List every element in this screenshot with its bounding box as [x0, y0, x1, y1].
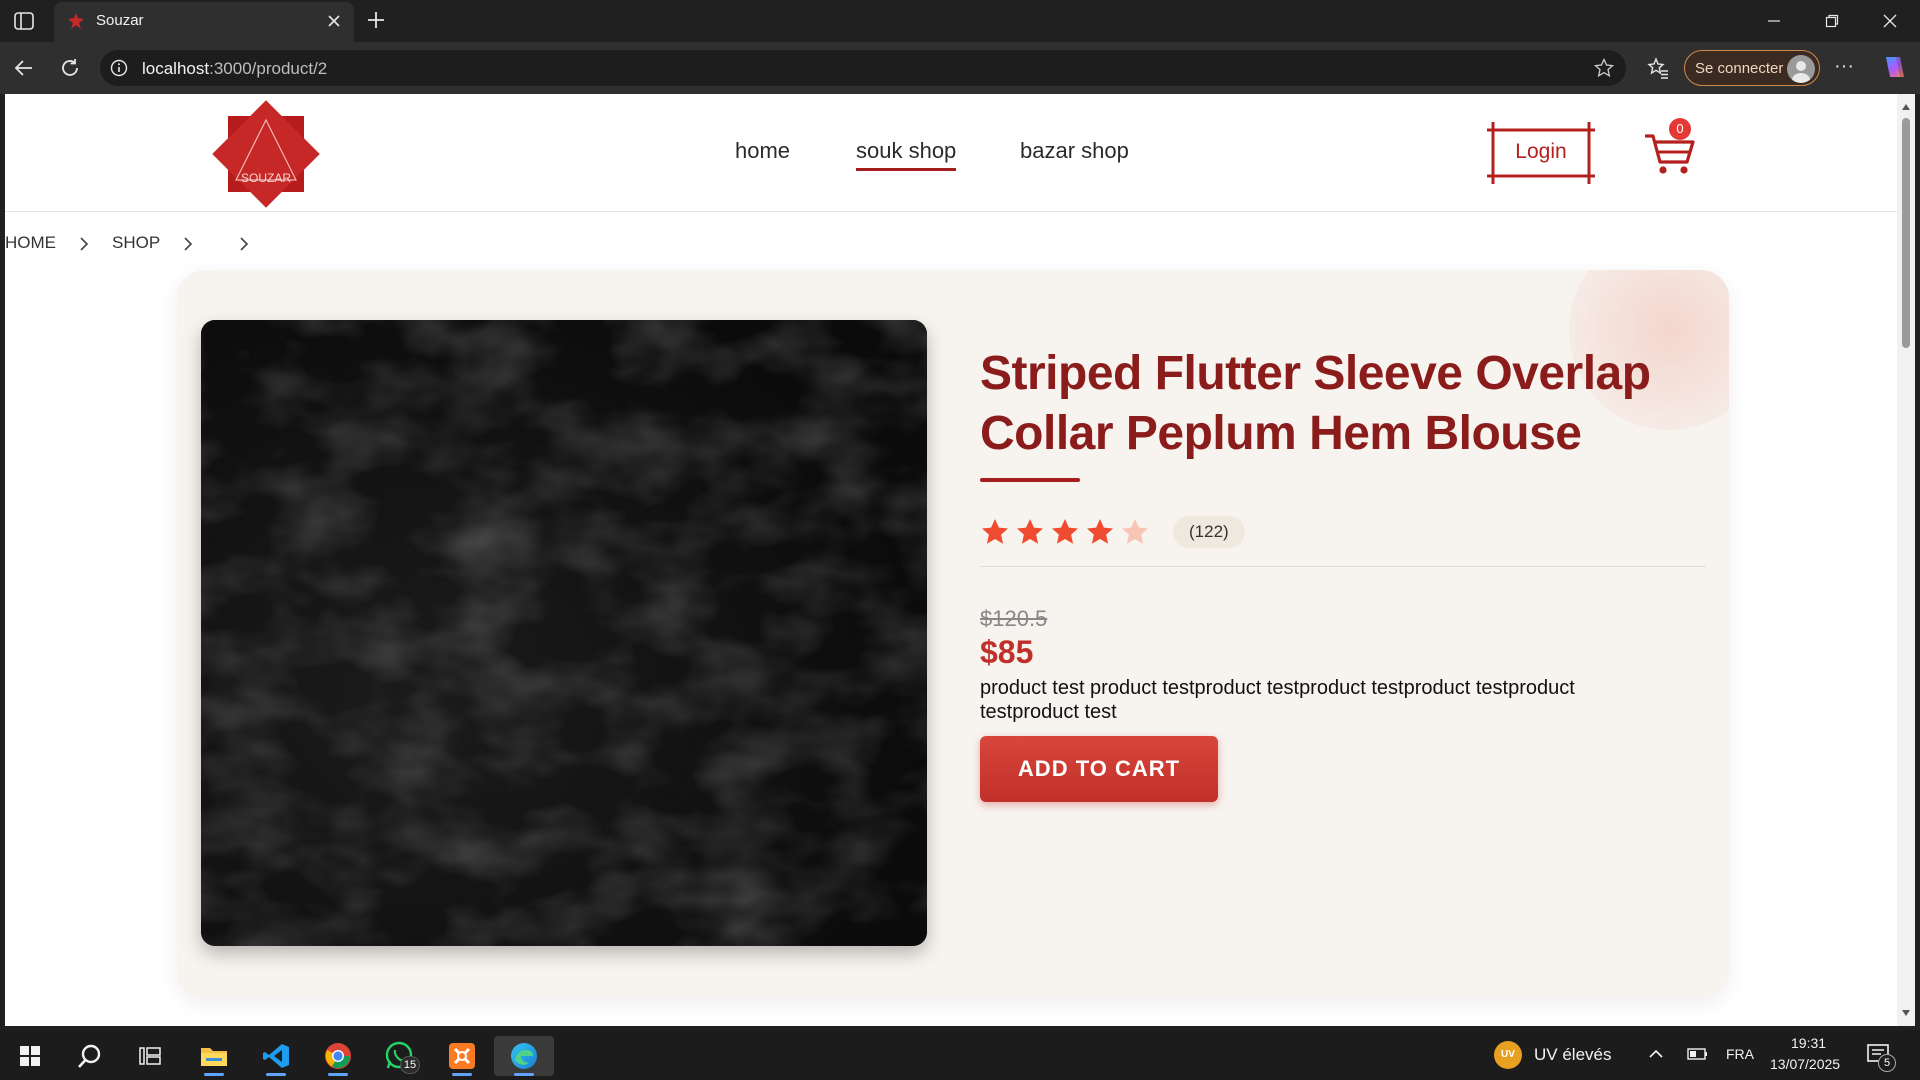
url-host: localhost [142, 59, 210, 78]
breadcrumb: HOME SHOP [5, 230, 272, 256]
restore-icon[interactable] [1812, 6, 1852, 36]
rating-stars [980, 517, 1155, 547]
product-title: Striped Flutter Sleeve Overlap Collar Pe… [980, 347, 1651, 460]
login-label: Login [1515, 140, 1567, 163]
chrome-icon[interactable] [314, 1036, 362, 1076]
sale-price: $85 [980, 634, 1034, 670]
signin-button[interactable]: Se connecter [1684, 50, 1820, 86]
browser-tab[interactable]: Souzar [54, 2, 354, 42]
page-scrollbar[interactable] [1897, 94, 1915, 1026]
copilot-icon[interactable] [1878, 52, 1908, 82]
more-options-icon[interactable]: ··· [1832, 56, 1856, 80]
notification-count: 5 [1878, 1054, 1896, 1072]
bookmark-star-icon[interactable] [1593, 57, 1615, 78]
whatsapp-icon[interactable]: 15 [376, 1036, 424, 1076]
notifications-icon[interactable]: 5 [1866, 1042, 1896, 1072]
title-underline [980, 478, 1080, 482]
back-arrow-icon[interactable] [10, 54, 38, 82]
logo-wordmark: SOUZAR [241, 171, 291, 185]
url-path: :3000/product/2 [209, 59, 328, 78]
breadcrumb-shop[interactable]: SHOP [112, 233, 160, 253]
product-description: product test product testproduct testpro… [980, 677, 1575, 723]
favorites-icon[interactable] [1646, 56, 1670, 80]
review-count[interactable]: (122) [1173, 516, 1245, 548]
signin-label: Se connecter [1695, 60, 1784, 77]
windows-start-icon[interactable] [6, 1036, 54, 1076]
cart-count-badge: 0 [1669, 118, 1691, 140]
site-header: SOUZAR home souk shop bazar shop Login 0 [5, 94, 1897, 212]
breadcrumb-home[interactable]: HOME [5, 233, 56, 253]
star-filled-icon [1087, 519, 1113, 544]
edge-icon[interactable] [494, 1036, 554, 1076]
page-viewport: SOUZAR home souk shop bazar shop Login 0… [5, 94, 1897, 1026]
original-price: $120.5 [980, 606, 1048, 631]
clock-time[interactable]: 19:31 [1791, 1035, 1826, 1051]
nav-link-bazar-shop[interactable]: bazar shop [1020, 138, 1129, 164]
minimize-icon[interactable] [1754, 6, 1794, 36]
star-filled-icon [982, 519, 1008, 544]
profile-avatar-icon [1787, 55, 1815, 83]
chevron-right-icon [182, 236, 194, 251]
url-text: localhost:3000/product/2 [142, 59, 327, 79]
product-image[interactable] [201, 320, 927, 946]
browser-toolbar: localhost:3000/product/2 Se connecter ··… [0, 42, 1920, 94]
site-info-icon[interactable] [110, 59, 128, 77]
task-view-icon[interactable] [126, 1036, 174, 1076]
chevron-right-icon [238, 236, 250, 251]
souzar-favicon-icon [68, 13, 84, 29]
running-indicator [452, 1073, 472, 1076]
nav-link-souk-shop[interactable]: souk shop [856, 138, 957, 171]
search-icon[interactable] [66, 1036, 114, 1076]
new-tab-icon[interactable] [364, 8, 388, 32]
running-indicator [204, 1073, 224, 1076]
running-indicator [266, 1073, 286, 1076]
browser-titlebar: Souzar [0, 0, 1920, 42]
running-indicator [514, 1073, 534, 1076]
refresh-icon[interactable] [56, 54, 84, 82]
xampp-icon[interactable] [438, 1036, 486, 1076]
battery-icon[interactable] [1686, 1044, 1710, 1064]
star-filled-icon [1017, 519, 1043, 544]
star-filled-icon [1052, 519, 1078, 544]
whatsapp-badge: 15 [400, 1056, 420, 1074]
running-indicator [328, 1073, 348, 1076]
tab-title: Souzar [96, 12, 144, 29]
clock-date[interactable]: 13/07/2025 [1770, 1056, 1840, 1072]
scroll-down-icon[interactable] [1901, 1008, 1911, 1018]
sidebar-toggle-icon[interactable] [12, 9, 36, 33]
file-explorer-icon[interactable] [190, 1036, 238, 1076]
close-tab-icon[interactable] [326, 13, 342, 29]
chevron-up-icon[interactable] [1646, 1044, 1666, 1064]
scroll-thumb[interactable] [1902, 118, 1910, 348]
souzar-logo[interactable]: SOUZAR [210, 98, 322, 210]
divider [980, 566, 1706, 567]
scroll-up-icon[interactable] [1901, 102, 1911, 112]
product-rating: (122) [980, 514, 1245, 550]
chevron-right-icon [78, 236, 90, 251]
login-button[interactable]: Login [1487, 122, 1595, 184]
weather-label[interactable]: UV élevés [1534, 1045, 1611, 1065]
vscode-icon[interactable] [252, 1036, 300, 1076]
star-empty-icon [1122, 519, 1148, 544]
nav-link-home[interactable]: home [735, 138, 790, 164]
taskbar: 15 UV UV élevés FRA 19:31 13/07/2025 5 [0, 1030, 1920, 1080]
product-card: Striped Flutter Sleeve Overlap Collar Pe… [177, 270, 1729, 998]
language-indicator[interactable]: FRA [1726, 1046, 1754, 1062]
address-bar[interactable]: localhost:3000/product/2 [100, 50, 1626, 86]
weather-uv-icon[interactable]: UV [1494, 1041, 1522, 1069]
add-to-cart-button[interactable]: ADD TO CART [980, 736, 1218, 802]
close-window-icon[interactable] [1870, 6, 1910, 36]
